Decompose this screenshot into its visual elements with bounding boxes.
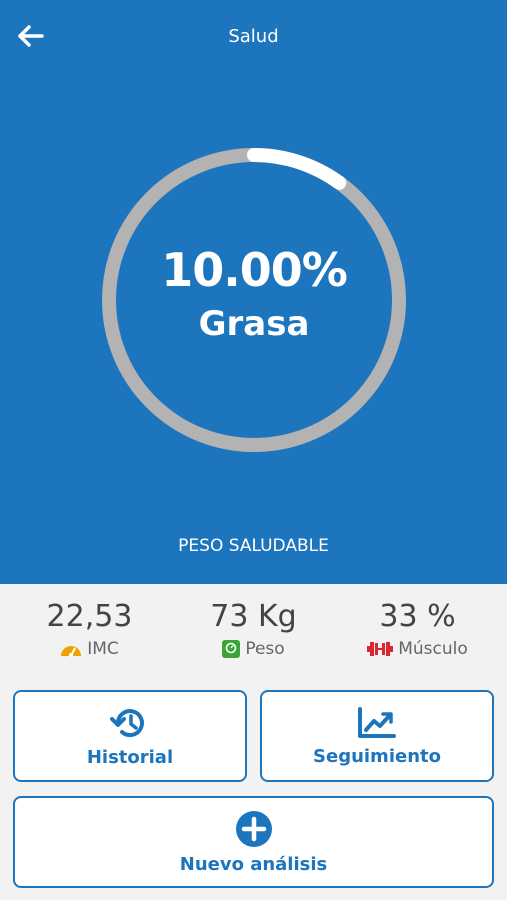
seguimiento-button[interactable]: Seguimiento — [260, 690, 494, 782]
stat-musculo-value: 33 % — [379, 599, 456, 634]
page-title: Salud — [228, 26, 279, 47]
stat-imc-label: IMC — [87, 639, 119, 659]
scale-icon — [222, 640, 241, 658]
fat-ring: 10.00% Grasa — [98, 144, 410, 456]
seguimiento-label: Seguimiento — [313, 745, 441, 767]
fat-percentage-value: 10.00% — [161, 243, 348, 297]
stat-imc-value: 22,53 — [46, 599, 133, 634]
nuevo-analisis-button[interactable]: Nuevo análisis — [13, 796, 494, 888]
fat-label: Grasa — [198, 304, 310, 344]
stat-peso: 73 Kg Peso — [169, 600, 338, 659]
header: Salud 10.00% Grasa PESO SALUDABLE — [0, 0, 507, 584]
stat-imc: 22,53 IMC — [5, 600, 174, 659]
nuevo-analisis-label: Nuevo análisis — [179, 853, 328, 875]
stat-peso-value: 73 Kg — [210, 599, 297, 634]
stat-peso-label: Peso — [245, 639, 285, 659]
stats-row: 22,53 IMC 73 Kg Peso 33 % Músculo — [0, 600, 507, 670]
historial-button[interactable]: Historial — [13, 690, 247, 782]
stat-musculo: 33 % Músculo — [333, 600, 502, 659]
trend-chart-icon — [358, 706, 396, 738]
status-text: PESO SALUDABLE — [178, 536, 329, 556]
history-icon — [110, 708, 144, 737]
gauge-icon — [61, 646, 82, 657]
plus-circle-icon — [235, 810, 272, 847]
stat-musculo-label: Músculo — [398, 639, 468, 659]
dumbbell-icon — [367, 642, 394, 656]
historial-label: Historial — [86, 746, 174, 768]
